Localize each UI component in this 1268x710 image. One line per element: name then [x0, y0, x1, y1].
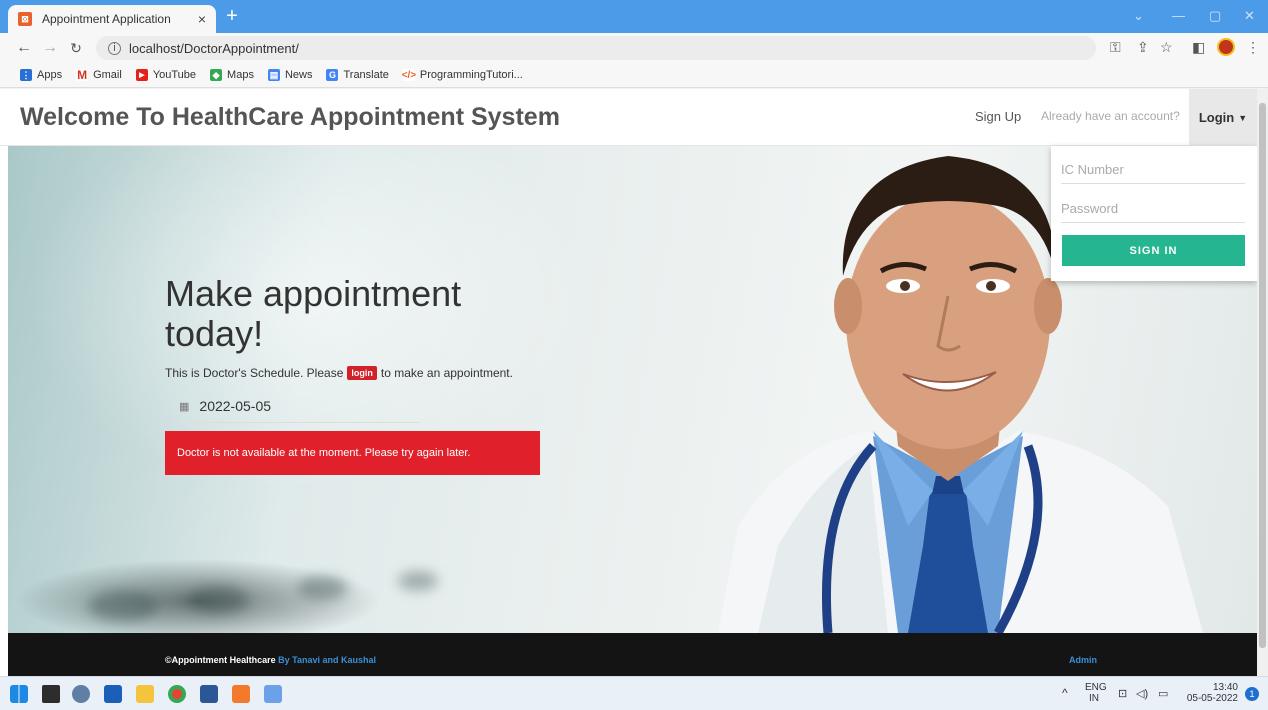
- site-brand[interactable]: Welcome To HealthCare Appointment System: [20, 103, 560, 132]
- apps-grid-icon: ⋮: [20, 69, 32, 81]
- admin-link[interactable]: Admin: [1069, 655, 1097, 665]
- login-badge-link[interactable]: login: [347, 366, 377, 380]
- language-indicator[interactable]: ENG IN: [1085, 682, 1107, 704]
- blurred-chair: [298, 576, 348, 600]
- close-window-icon[interactable]: ✕: [1244, 8, 1255, 24]
- hero-subtitle: This is Doctor's Schedule. Please login …: [165, 366, 513, 380]
- key-icon[interactable]: ⚿: [1110, 39, 1121, 56]
- forward-icon[interactable]: →: [40, 38, 60, 58]
- menu-icon[interactable]: ⋮: [1246, 39, 1260, 56]
- xampp-favicon-icon: ⊠: [18, 12, 32, 26]
- bookmark-news[interactable]: ▤ News: [267, 69, 312, 81]
- windows-taskbar: ^ ENG IN ⊡ ◁) ▭ 13:40 05-05-2022 1: [0, 676, 1268, 710]
- tab-search-icon[interactable]: ⌄: [1133, 8, 1144, 24]
- translate-icon: G: [326, 69, 339, 81]
- store-icon[interactable]: [104, 685, 122, 703]
- network-icon[interactable]: ⊡: [1118, 687, 1127, 700]
- site-footer: ©Appointment Healthcare By Tanavi and Ka…: [8, 633, 1257, 676]
- reload-icon[interactable]: ↻: [66, 38, 86, 58]
- tray-chevron-icon[interactable]: ^: [1062, 686, 1068, 700]
- bookmark-gmail[interactable]: M Gmail: [76, 68, 122, 82]
- login-dropdown-toggle[interactable]: Login ▼: [1189, 89, 1257, 146]
- news-icon: ▤: [267, 69, 280, 81]
- bookmarks-bar: ⋮ Apps M Gmail ▶ YouTube ◆ Maps ▤ News G…: [0, 63, 1268, 88]
- blurred-chair: [188, 586, 248, 614]
- xampp-icon[interactable]: [232, 685, 250, 703]
- blurred-chair: [398, 571, 438, 591]
- profile-avatar[interactable]: [1217, 38, 1235, 56]
- code-icon: </>: [401, 69, 417, 81]
- sign-in-button[interactable]: SIGN IN: [1062, 235, 1245, 266]
- hero-content: Make appointment today! This is Doctor's…: [165, 274, 545, 475]
- bookmark-programming[interactable]: </> ProgrammingTutori...: [401, 69, 523, 81]
- maps-icon: ◆: [210, 69, 223, 81]
- star-icon[interactable]: ☆: [1160, 39, 1173, 56]
- clock[interactable]: 13:40 05-05-2022: [1182, 682, 1238, 704]
- task-view-icon[interactable]: [42, 685, 60, 703]
- password-input[interactable]: [1061, 195, 1245, 223]
- scroll-thumb[interactable]: [1259, 103, 1266, 648]
- windows-start-icon[interactable]: [10, 685, 28, 703]
- back-icon[interactable]: ←: [14, 38, 34, 58]
- signup-link[interactable]: Sign Up: [975, 109, 1021, 124]
- login-label: Login: [1198, 110, 1235, 125]
- chrome-icon[interactable]: [168, 685, 186, 703]
- snipping-tool-icon[interactable]: [264, 685, 282, 703]
- battery-icon[interactable]: ▭: [1158, 687, 1168, 700]
- bookmark-youtube[interactable]: ▶ YouTube: [135, 69, 196, 81]
- bookmark-apps[interactable]: ⋮ Apps: [20, 69, 62, 81]
- blurred-chair: [88, 591, 158, 621]
- bookmark-translate[interactable]: G Translate: [326, 69, 389, 81]
- date-field[interactable]: ▦ 2022-05-05: [179, 398, 419, 423]
- volume-icon[interactable]: ◁): [1136, 687, 1148, 700]
- browser-tab-bar: ⊠ Appointment Application × + ⌄ — ▢ ✕: [0, 0, 1268, 33]
- share-icon[interactable]: ⇪: [1137, 39, 1149, 56]
- footer-copyright: ©Appointment Healthcare By Tanavi and Ka…: [165, 655, 377, 665]
- bookmark-maps[interactable]: ◆ Maps: [210, 69, 254, 81]
- caret-down-icon: ▼: [1238, 112, 1248, 123]
- date-value: 2022-05-05: [199, 398, 272, 414]
- ic-number-input[interactable]: [1061, 156, 1245, 184]
- file-explorer-icon[interactable]: [136, 685, 154, 703]
- new-tab-button[interactable]: +: [222, 6, 242, 26]
- gmail-icon: M: [76, 68, 89, 82]
- web-page: Welcome To HealthCare Appointment System…: [0, 89, 1257, 676]
- already-account-text: Already have an account?: [1041, 109, 1180, 123]
- notification-badge[interactable]: 1: [1245, 687, 1259, 701]
- youtube-icon: ▶: [135, 69, 148, 81]
- maximize-icon[interactable]: ▢: [1209, 8, 1221, 24]
- edge-icon[interactable]: [72, 685, 90, 703]
- footer-authors[interactable]: By Tanavi and Kaushal: [278, 655, 376, 665]
- sidepanel-icon[interactable]: ◧: [1192, 39, 1205, 56]
- word-icon[interactable]: [200, 685, 218, 703]
- minimize-icon[interactable]: —: [1172, 8, 1185, 23]
- availability-alert: Doctor is not available at the moment. P…: [165, 431, 540, 475]
- login-dropdown: SIGN IN: [1051, 146, 1257, 281]
- tab-close-icon[interactable]: ×: [198, 11, 206, 27]
- page-scrollbar[interactable]: [1257, 89, 1268, 676]
- url-text: localhost/DoctorAppointment/: [129, 40, 299, 56]
- tab-title: Appointment Application: [42, 12, 171, 26]
- site-navbar: Welcome To HealthCare Appointment System…: [0, 89, 1257, 146]
- url-input[interactable]: i localhost/DoctorAppointment/: [96, 36, 1096, 60]
- site-info-icon[interactable]: i: [108, 41, 121, 55]
- hero-title: Make appointment today!: [165, 273, 462, 354]
- calendar-icon: ▦: [179, 400, 190, 413]
- browser-tab[interactable]: ⊠ Appointment Application ×: [8, 5, 216, 33]
- address-bar-row: ← → ↻ i localhost/DoctorAppointment/ ⚿ ⇪…: [0, 33, 1268, 63]
